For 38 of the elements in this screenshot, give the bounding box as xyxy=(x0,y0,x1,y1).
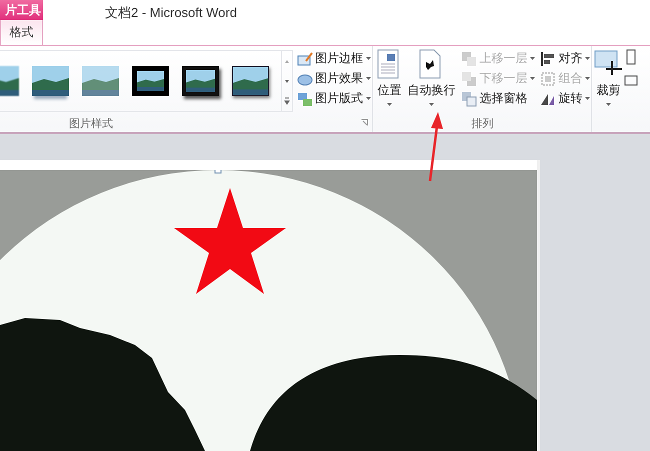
caret-icon xyxy=(604,102,612,107)
caret-icon xyxy=(365,96,372,101)
contextual-tab-header: 片工具 xyxy=(0,0,43,20)
caret-icon xyxy=(529,76,536,81)
caret-icon xyxy=(365,76,372,81)
picture-style-thumbnail[interactable] xyxy=(32,66,69,96)
ribbon-large-command[interactable]: 位置 xyxy=(373,46,406,114)
caret-icon xyxy=(584,96,592,101)
caret-icon xyxy=(386,102,393,107)
ribbon-large-command[interactable]: 自动换行 xyxy=(405,46,458,114)
dialog-launcher-icon[interactable] xyxy=(361,119,368,126)
ribbon-command[interactable]: 选择窗格 xyxy=(461,89,536,108)
group-label: 排列 xyxy=(471,116,494,130)
caret-icon xyxy=(428,102,435,107)
layers-icon xyxy=(461,70,478,86)
ribbon-command[interactable]: 旋转 xyxy=(540,89,592,108)
pen-frame-icon xyxy=(297,50,313,66)
caret-icon xyxy=(584,76,592,81)
caret-icon xyxy=(529,56,536,61)
picture-style-thumbnail[interactable] xyxy=(232,66,269,96)
layers-icon xyxy=(461,90,478,106)
ribbon-command[interactable]: 图片效果 xyxy=(297,69,372,88)
ribbon-tab[interactable]: 格式 xyxy=(0,20,43,45)
layers-icon xyxy=(461,50,478,66)
caret-icon xyxy=(365,56,372,61)
picture-style-thumbnail[interactable] xyxy=(132,66,169,96)
window-title: 文档2 - Microsoft Word xyxy=(105,4,237,22)
ribbon-large-command[interactable]: 裁剪 xyxy=(592,46,624,132)
group-label: 图片样式 xyxy=(69,116,114,130)
caret-icon xyxy=(584,56,592,61)
ribbon-command[interactable]: 图片边框 xyxy=(297,49,372,68)
picture-style-thumbnail[interactable] xyxy=(182,66,219,96)
group-icon xyxy=(540,70,556,86)
ribbon-command[interactable]: 图片版式 xyxy=(297,89,372,108)
stacked-pictures-icon xyxy=(297,90,313,106)
align-left-icon xyxy=(540,50,556,66)
picture-style-thumbnail[interactable] xyxy=(82,66,119,96)
ribbon-command[interactable]: 对齐 xyxy=(540,49,592,68)
